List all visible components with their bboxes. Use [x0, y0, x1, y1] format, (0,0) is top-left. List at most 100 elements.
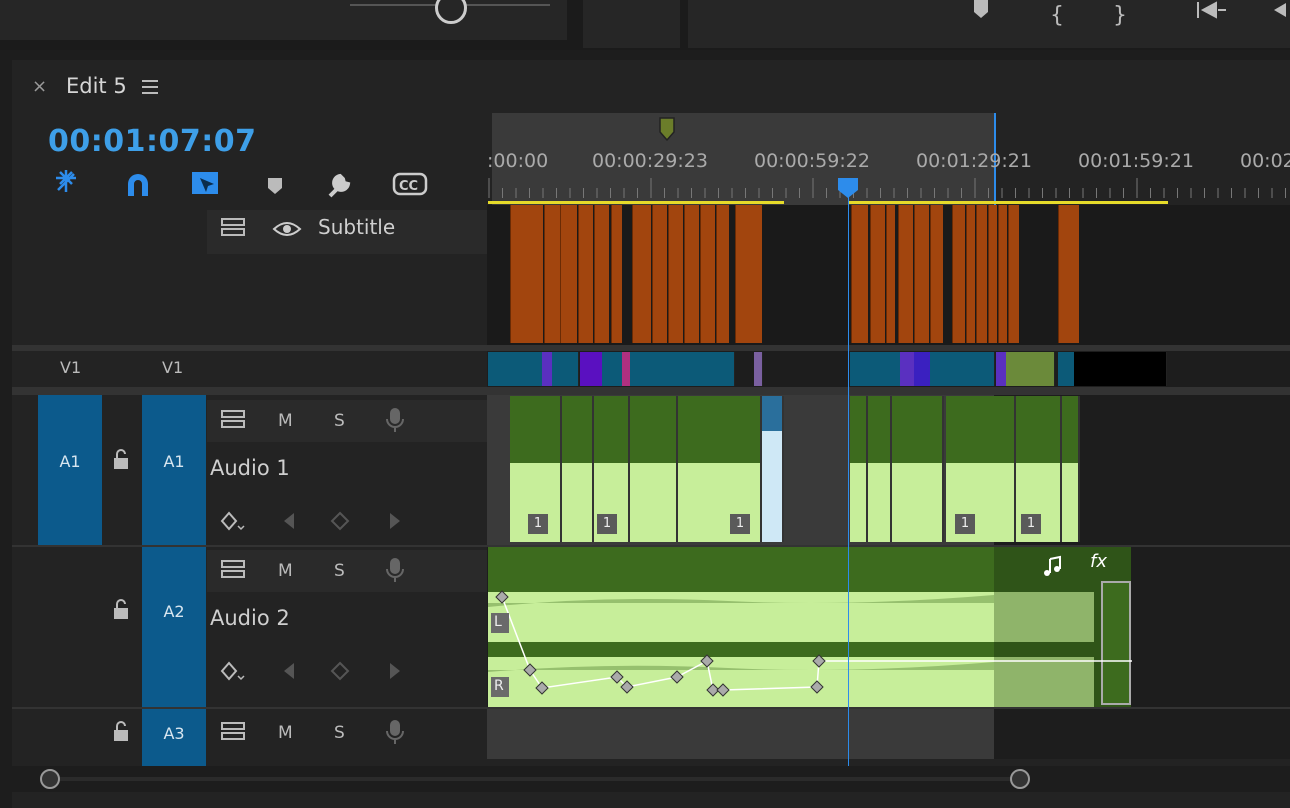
lock-open-icon[interactable] [112, 720, 132, 744]
a2-audio-clip[interactable] [487, 547, 1137, 707]
caption-clip[interactable] [594, 205, 609, 343]
a3-track-area[interactable] [487, 709, 994, 759]
scrollbar-right-handle[interactable] [1010, 769, 1030, 789]
caption-clip[interactable] [544, 205, 560, 343]
v1-source-label[interactable]: V1 [60, 358, 81, 377]
audio-clip[interactable] [996, 396, 1016, 542]
video-clip[interactable] [754, 352, 763, 386]
audio-clip[interactable] [1062, 396, 1080, 542]
caption-clip[interactable] [930, 205, 943, 343]
a3-mute-button[interactable]: M [278, 723, 293, 743]
fx-badge[interactable]: fx [1090, 551, 1107, 572]
previous-keyframe-icon[interactable] [284, 663, 294, 679]
zoom-slider-knob[interactable] [435, 0, 467, 24]
a2-target-patch[interactable]: A2 [142, 547, 206, 707]
caption-clip[interactable] [668, 205, 683, 343]
a2-solo-button[interactable]: S [334, 561, 345, 581]
caption-clip[interactable] [611, 205, 622, 343]
toggle-sync-lock-icon[interactable] [220, 558, 250, 582]
caption-clip[interactable] [886, 205, 895, 343]
track-separator [12, 387, 1290, 395]
nest-sequence-icon[interactable] [56, 170, 76, 192]
caption-clip[interactable] [560, 205, 577, 343]
scrollbar-left-handle[interactable] [40, 769, 60, 789]
caption-clip[interactable] [966, 205, 975, 343]
a1-mute-button[interactable]: M [278, 411, 293, 431]
v1-target-label[interactable]: V1 [162, 358, 183, 377]
caption-clip[interactable] [716, 205, 729, 343]
caption-clip[interactable] [700, 205, 715, 343]
panel-menu-icon[interactable] [142, 80, 158, 98]
audio-clip[interactable] [868, 396, 892, 542]
video-clip[interactable] [914, 352, 931, 386]
video-clip[interactable] [1006, 352, 1055, 386]
caption-clip[interactable] [914, 205, 929, 343]
video-clip[interactable] [930, 352, 949, 386]
snap-magnet-icon[interactable] [128, 174, 148, 196]
video-clip[interactable] [1074, 352, 1167, 386]
eye-icon[interactable] [272, 218, 302, 240]
close-tab-icon[interactable]: × [32, 76, 47, 97]
playhead-timecode[interactable]: 00:01:07:07 [48, 124, 256, 159]
microphone-icon[interactable] [385, 406, 405, 434]
a2-mute-button[interactable]: M [278, 561, 293, 581]
audio-clip[interactable] [850, 396, 868, 542]
caption-clip[interactable] [952, 205, 965, 343]
toggle-sync-lock-icon[interactable] [220, 720, 250, 744]
caption-clip[interactable] [684, 205, 699, 343]
next-keyframe-icon[interactable] [390, 513, 400, 529]
keyframe-menu-icon[interactable] [220, 661, 245, 681]
video-clip[interactable] [630, 352, 735, 386]
caption-clip[interactable] [632, 205, 651, 343]
video-clip[interactable] [580, 352, 603, 386]
caption-clip[interactable] [988, 205, 997, 343]
sequence-tab-title[interactable]: Edit 5 [66, 74, 127, 98]
playhead-line[interactable] [848, 190, 849, 770]
video-clip[interactable] [900, 352, 915, 386]
video-clip[interactable] [488, 352, 543, 386]
microphone-icon[interactable] [385, 556, 405, 584]
toggle-sync-lock-icon[interactable] [220, 408, 250, 432]
keyframe-menu-icon[interactable] [220, 511, 245, 531]
a1-target-patch[interactable]: A1 [142, 395, 206, 545]
a1-source-patch[interactable]: A1 [38, 395, 102, 545]
caption-clip[interactable] [652, 205, 667, 343]
caption-clip[interactable] [870, 205, 885, 343]
lock-open-icon[interactable] [112, 448, 132, 472]
caption-clip[interactable] [578, 205, 593, 343]
video-clip[interactable] [850, 352, 901, 386]
lock-open-icon[interactable] [112, 598, 132, 622]
in-point-marker-icon[interactable] [658, 116, 678, 144]
video-clip[interactable] [948, 352, 995, 386]
previous-keyframe-icon[interactable] [284, 513, 294, 529]
a3-track-area-outside[interactable] [994, 709, 1290, 759]
linked-selection-icon[interactable] [192, 172, 218, 194]
audio-clip[interactable] [630, 396, 678, 542]
add-keyframe-icon[interactable] [330, 511, 350, 531]
toggle-sync-lock-icon[interactable] [220, 216, 250, 240]
captions-cc-icon[interactable]: CC [392, 172, 428, 196]
microphone-icon[interactable] [385, 718, 405, 746]
timeline-settings-wrench-icon[interactable] [328, 173, 351, 198]
caption-clip[interactable] [510, 205, 543, 343]
audio-clip[interactable] [562, 396, 594, 542]
video-clip[interactable] [552, 352, 579, 386]
scrollbar-track[interactable] [50, 777, 1020, 781]
a1-solo-button[interactable]: S [334, 411, 345, 431]
audio-clip[interactable] [892, 396, 944, 542]
a3-target-patch[interactable]: A3 [142, 709, 206, 767]
add-marker-icon[interactable] [268, 178, 282, 194]
caption-clip[interactable] [735, 205, 762, 343]
caption-clip[interactable] [998, 205, 1007, 343]
audio-clip[interactable] [762, 396, 784, 542]
caption-clip[interactable] [1008, 205, 1019, 343]
next-keyframe-icon[interactable] [390, 663, 400, 679]
caption-clip[interactable] [976, 205, 987, 343]
caption-clip[interactable] [898, 205, 913, 343]
add-keyframe-icon[interactable] [330, 661, 350, 681]
video-clip[interactable] [1058, 352, 1075, 386]
a3-solo-button[interactable]: S [334, 723, 345, 743]
caption-clip[interactable] [851, 205, 868, 343]
caption-clip[interactable] [1058, 205, 1079, 343]
transport-controls: { } [688, 0, 1290, 48]
